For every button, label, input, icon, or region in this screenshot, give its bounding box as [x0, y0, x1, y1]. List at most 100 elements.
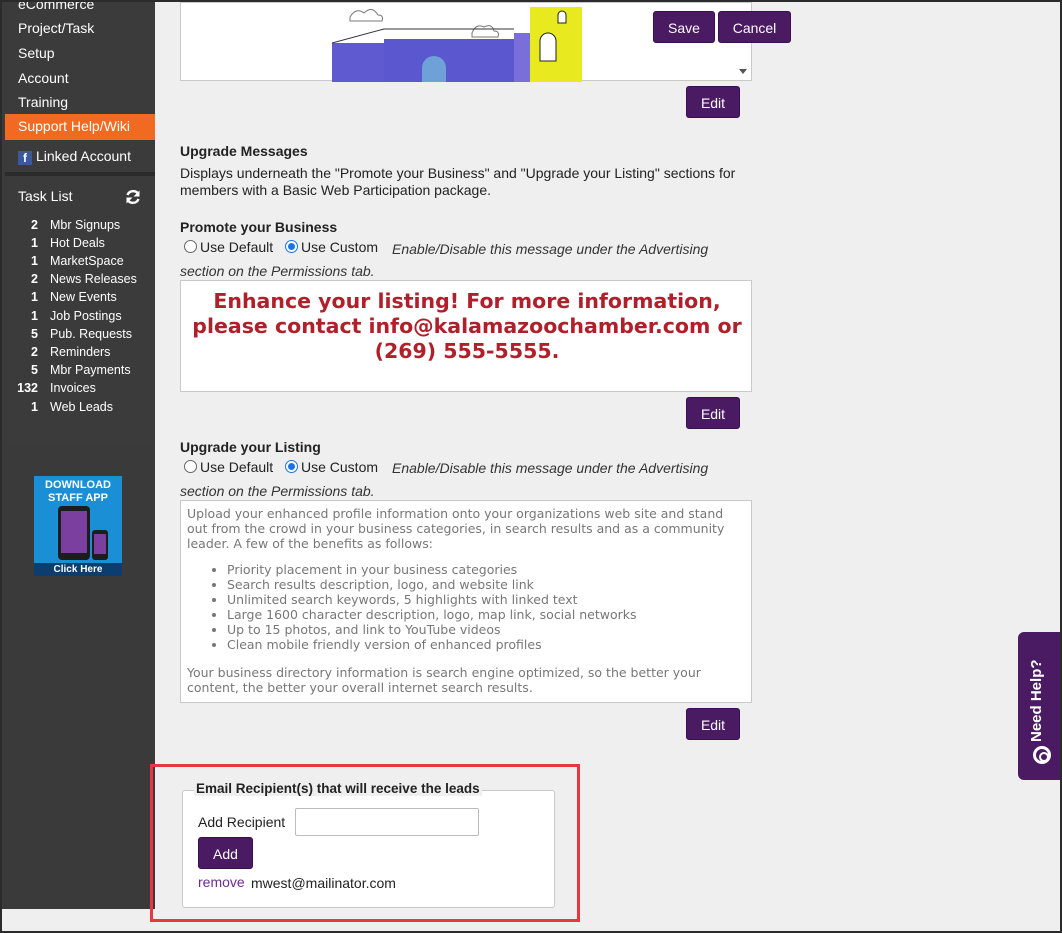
task-new-events[interactable]: 1 New Events [2, 290, 155, 308]
sidebar-item-account[interactable]: Account [18, 70, 69, 86]
task-list-title: Task List [18, 188, 73, 204]
task-hot-deals[interactable]: 1 Hot Deals [2, 236, 155, 254]
task-label: Web Leads [50, 400, 114, 414]
task-count: 1 [31, 290, 38, 304]
add-recipient-label: Add Recipient [198, 814, 286, 830]
download-staff-app-badge[interactable]: DOWNLOAD STAFF APP Click Here [34, 476, 122, 576]
list-item: Unlimited search keywords, 5 highlights … [227, 592, 745, 607]
scroll-down-icon[interactable] [739, 69, 747, 74]
promote-use-default-option[interactable]: Use Default [184, 239, 273, 255]
facebook-icon: f [18, 151, 32, 165]
promote-message-line: (269) 555-5555. [374, 339, 560, 363]
list-item: Up to 15 photos, and link to YouTube vid… [227, 622, 745, 637]
task-count: 2 [31, 345, 38, 359]
phone-small-icon [92, 530, 108, 560]
task-reminders[interactable]: 2 Reminders [2, 345, 155, 363]
task-label: Hot Deals [50, 236, 105, 250]
listing-use-default-option[interactable]: Use Default [184, 459, 273, 475]
list-item: Large 1600 character description, logo, … [227, 607, 745, 622]
remove-recipient-link[interactable]: remove [198, 874, 245, 890]
benefits-list: Priority placement in your business cate… [187, 562, 745, 652]
listing-intro: Upload your enhanced profile information… [187, 506, 725, 551]
promote-business-title: Promote your Business [180, 219, 338, 235]
listing-message-editor[interactable]: Upload your enhanced profile information… [180, 500, 752, 703]
badge-line-2: STAFF APP [48, 492, 108, 504]
radio-checked[interactable] [285, 460, 298, 473]
sidebar-item-linked-account[interactable]: f Linked Account [18, 148, 131, 165]
recipient-email: mwest@mailinator.com [251, 875, 396, 891]
task-count: 1 [31, 309, 38, 323]
sidebar-item-training[interactable]: Training [18, 94, 68, 110]
listing-note: section on the Permissions tab. [180, 483, 375, 499]
task-label: Invoices [50, 381, 96, 395]
task-job-postings[interactable]: 1 Job Postings [2, 309, 155, 327]
upgrade-messages-desc: members with a Basic Web Participation p… [180, 182, 491, 198]
option-label: Use Custom [301, 239, 379, 255]
task-label: Mbr Signups [50, 218, 121, 232]
phone-icon [58, 506, 90, 560]
upgrade-messages-desc: Displays underneath the "Promote your Bu… [180, 165, 736, 181]
cancel-button[interactable]: Cancel [718, 11, 791, 43]
task-label: Reminders [50, 345, 111, 359]
sidebar-item-setup[interactable]: Setup [18, 45, 55, 61]
task-count: 1 [31, 254, 38, 268]
task-label: Pub. Requests [50, 327, 132, 341]
badge-cta: Click Here [34, 563, 122, 576]
task-label: New Events [50, 290, 117, 304]
promote-note: section on the Permissions tab. [180, 263, 375, 279]
promote-note: Enable/Disable this message under the Ad… [392, 241, 709, 257]
sidebar-item-ecommerce[interactable]: eCommerce [18, 2, 94, 12]
listing-outro: Your business directory information is s… [187, 665, 701, 695]
task-label: Mbr Payments [50, 363, 131, 377]
task-label: Job Postings [50, 309, 122, 323]
task-count: 5 [31, 327, 38, 341]
sidebar-item-label: Linked Account [36, 148, 131, 164]
upgrade-listing-title: Upgrade your Listing [180, 439, 321, 455]
radio-checked[interactable] [285, 240, 298, 253]
task-count: 132 [17, 381, 38, 395]
task-pub-requests[interactable]: 5 Pub. Requests [2, 327, 155, 345]
sidebar-divider [5, 172, 155, 176]
edit-button[interactable]: Edit [686, 397, 740, 429]
option-label: Use Custom [301, 459, 379, 475]
task-count: 2 [31, 272, 38, 286]
lifebuoy-icon [1033, 746, 1051, 764]
list-item: Priority placement in your business cate… [227, 562, 745, 577]
app-frame: eCommerce Project/Task Setup Account Tra… [0, 0, 1062, 933]
option-label: Use Default [200, 459, 274, 475]
listing-note: Enable/Disable this message under the Ad… [392, 460, 709, 476]
task-count: 1 [31, 236, 38, 250]
listing-use-custom-option[interactable]: Use Custom [285, 459, 378, 475]
task-invoices[interactable]: 132 Invoices [2, 381, 155, 399]
list-item: Search results description, logo, and we… [227, 577, 745, 592]
badge-line-1: DOWNLOAD [45, 479, 111, 491]
email-recipients-legend: Email Recipient(s) that will receive the… [194, 781, 482, 796]
edit-button[interactable]: Edit [686, 708, 740, 740]
promote-use-custom-option[interactable]: Use Custom [285, 239, 378, 255]
sidebar-item-support-help[interactable]: Support Help/Wiki [5, 114, 155, 140]
sidebar-item-label: Support Help/Wiki [18, 118, 131, 134]
option-label: Use Default [200, 239, 274, 255]
task-mbr-payments[interactable]: 5 Mbr Payments [2, 363, 155, 381]
promote-message-line: please contact info@kalamazoochamber.com… [192, 314, 742, 338]
save-button[interactable]: Save [653, 11, 715, 43]
edit-button[interactable]: Edit [686, 86, 740, 118]
task-mbr-signups[interactable]: 2 Mbr Signups [2, 218, 155, 236]
task-news-releases[interactable]: 2 News Releases [2, 272, 155, 290]
add-recipient-input[interactable] [295, 808, 479, 836]
promote-message-editor[interactable]: Enhance your listing! For more informati… [180, 280, 752, 392]
header-image [332, 3, 582, 82]
radio-unchecked[interactable] [184, 460, 197, 473]
radio-unchecked[interactable] [184, 240, 197, 253]
list-item: Clean mobile friendly version of enhance… [227, 637, 745, 652]
refresh-icon[interactable] [124, 188, 142, 206]
task-marketspace[interactable]: 1 MarketSpace [2, 254, 155, 272]
sidebar-item-project-task[interactable]: Project/Task [18, 20, 94, 36]
upgrade-messages-title: Upgrade Messages [180, 143, 308, 159]
need-help-tab[interactable]: Need Help? [1018, 632, 1060, 780]
add-recipient-button[interactable]: Add [198, 837, 253, 869]
task-count: 5 [31, 363, 38, 377]
task-label: MarketSpace [50, 254, 124, 268]
task-label: News Releases [50, 272, 137, 286]
task-web-leads[interactable]: 1 Web Leads [2, 400, 155, 418]
